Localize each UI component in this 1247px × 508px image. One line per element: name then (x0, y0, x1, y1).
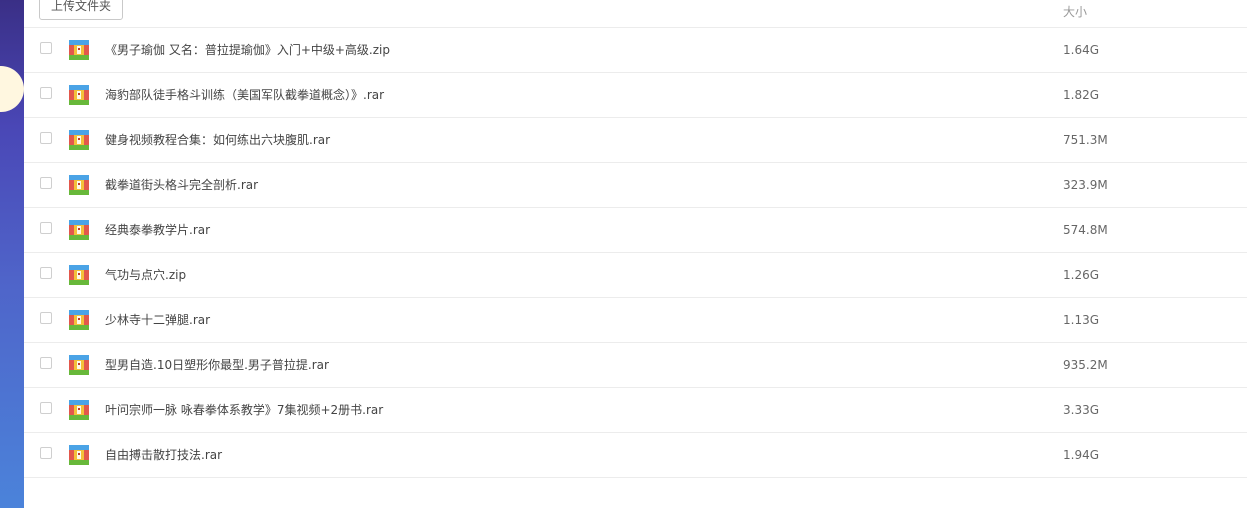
row-checkbox[interactable] (40, 267, 52, 279)
file-row[interactable]: 自由搏击散打技法.rar 1.94G (24, 433, 1247, 478)
sidebar-decoration (0, 66, 24, 112)
archive-icon (69, 40, 89, 60)
file-name[interactable]: 健身视频教程合集：如何练出六块腹肌.rar (105, 118, 330, 162)
file-name[interactable]: 少林寺十二弹腿.rar (105, 298, 210, 342)
file-row[interactable]: 海豹部队徒手格斗训练（美国军队截拳道概念）》.rar 1.82G (24, 73, 1247, 118)
file-row[interactable]: 叶问宗师一脉 咏春拳体系教学》7集视频+2册书.rar 3.33G (24, 388, 1247, 433)
file-name[interactable]: 经典泰拳教学片.rar (105, 208, 210, 252)
row-checkbox[interactable] (40, 447, 52, 459)
file-name[interactable]: 《男子瑜伽 又名：普拉提瑜伽》入门+中级+高级.zip (105, 28, 390, 72)
archive-icon (69, 445, 89, 465)
row-checkbox[interactable] (40, 132, 52, 144)
sidebar-edge (0, 0, 24, 508)
row-checkbox[interactable] (40, 402, 52, 414)
archive-icon (69, 220, 89, 240)
file-row[interactable]: 《男子瑜伽 又名：普拉提瑜伽》入门+中级+高级.zip 1.64G (24, 28, 1247, 73)
file-name[interactable]: 截拳道街头格斗完全剖析.rar (105, 163, 258, 207)
file-size: 3.33G (1063, 403, 1100, 417)
row-checkbox[interactable] (40, 357, 52, 369)
file-name[interactable]: 海豹部队徒手格斗训练（美国军队截拳道概念）》.rar (105, 73, 384, 117)
file-name[interactable]: 气功与点穴.zip (105, 253, 186, 297)
archive-icon (69, 265, 89, 285)
file-size: 935.2M (1063, 358, 1108, 372)
app-window: 上传文件夹 大小 《男子瑜伽 又名：普拉提瑜伽》入门+中级+高级.zip 1.6… (0, 0, 1247, 508)
row-checkbox[interactable] (40, 177, 52, 189)
archive-icon (69, 130, 89, 150)
size-column-header[interactable]: 大小 (1063, 3, 1087, 20)
file-name[interactable]: 叶问宗师一脉 咏春拳体系教学》7集视频+2册书.rar (105, 388, 383, 432)
file-size: 1.26G (1063, 268, 1100, 282)
file-size: 1.64G (1063, 43, 1100, 57)
file-size: 1.13G (1063, 313, 1100, 327)
file-list-panel: 上传文件夹 大小 《男子瑜伽 又名：普拉提瑜伽》入门+中级+高级.zip 1.6… (24, 0, 1247, 508)
file-row[interactable]: 型男自造.10日塑形你最型.男子普拉提.rar 935.2M (24, 343, 1247, 388)
archive-icon (69, 310, 89, 330)
row-checkbox[interactable] (40, 87, 52, 99)
archive-icon (69, 175, 89, 195)
file-size: 323.9M (1063, 178, 1108, 192)
archive-icon (69, 400, 89, 420)
file-row[interactable]: 少林寺十二弹腿.rar 1.13G (24, 298, 1247, 343)
file-list: 《男子瑜伽 又名：普拉提瑜伽》入门+中级+高级.zip 1.64G 海豹部队徒手… (24, 28, 1247, 478)
upload-folder-button[interactable]: 上传文件夹 (39, 0, 123, 20)
row-checkbox[interactable] (40, 42, 52, 54)
archive-icon (69, 85, 89, 105)
file-row[interactable]: 经典泰拳教学片.rar 574.8M (24, 208, 1247, 253)
file-row[interactable]: 健身视频教程合集：如何练出六块腹肌.rar 751.3M (24, 118, 1247, 163)
file-row[interactable]: 气功与点穴.zip 1.26G (24, 253, 1247, 298)
file-size: 751.3M (1063, 133, 1108, 147)
row-checkbox[interactable] (40, 312, 52, 324)
file-name[interactable]: 自由搏击散打技法.rar (105, 433, 222, 477)
file-name[interactable]: 型男自造.10日塑形你最型.男子普拉提.rar (105, 343, 329, 387)
file-size: 1.82G (1063, 88, 1100, 102)
archive-icon (69, 355, 89, 375)
file-row[interactable]: 截拳道街头格斗完全剖析.rar 323.9M (24, 163, 1247, 208)
row-checkbox[interactable] (40, 222, 52, 234)
file-size: 574.8M (1063, 223, 1108, 237)
file-size: 1.94G (1063, 448, 1100, 462)
